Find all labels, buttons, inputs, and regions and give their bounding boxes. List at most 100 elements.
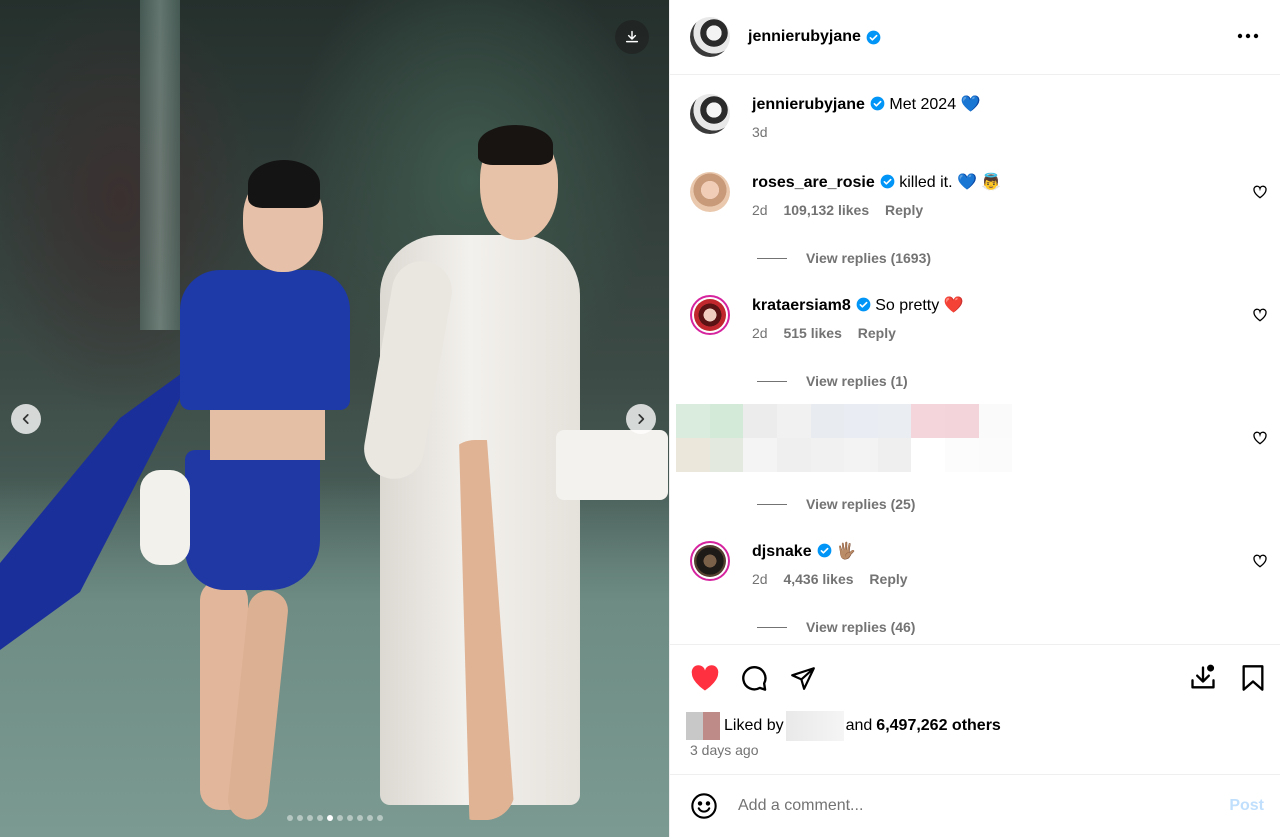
comment-item: roses_are_rosie killed it. 💙 👼 2d 109,13…: [690, 172, 1280, 218]
verified-badge-icon: [880, 174, 895, 189]
download-icon: [625, 30, 639, 43]
comment-like-heart-icon[interactable]: [1252, 184, 1268, 200]
comment-button[interactable]: [739, 663, 769, 693]
photo-column: [140, 0, 180, 330]
next-slide-button[interactable]: [626, 404, 656, 434]
bookmark-button[interactable]: [1238, 663, 1268, 693]
more-horizontal-icon: [1237, 33, 1259, 39]
bookmark-icon: [1242, 665, 1264, 691]
instagram-post-modal: jennierubyjane jennierubyjane Met 2024 💙…: [0, 0, 1280, 837]
download-tray-icon: [1191, 664, 1215, 689]
slide-dot: [306, 815, 313, 821]
comment-like-heart-icon[interactable]: [1252, 553, 1268, 569]
comments-list[interactable]: jennierubyjane Met 2024 💙 3d roses_are_r…: [670, 76, 1280, 644]
comment-emoji: 💙 👼: [957, 174, 1002, 191]
reply-button[interactable]: Reply: [869, 571, 907, 587]
comment-likes[interactable]: 4,436 likes: [783, 571, 853, 587]
comment-text: killed it.: [899, 174, 953, 191]
comment-age: 2d: [752, 202, 768, 218]
reply-button[interactable]: Reply: [858, 325, 896, 341]
comment-emoji: ❤️: [943, 297, 964, 314]
slide-dot: [356, 815, 363, 821]
reply-divider: [757, 380, 787, 382]
comment-like-heart-icon[interactable]: [1252, 307, 1268, 323]
caption-username[interactable]: jennierubyjane: [752, 96, 865, 113]
comment-likes[interactable]: 109,132 likes: [783, 202, 869, 218]
reply-divider: [757, 626, 787, 628]
view-replies-label: View replies (46): [806, 619, 916, 635]
liker-name-redacted[interactable]: [785, 711, 844, 741]
view-replies-button[interactable]: View replies (25): [757, 496, 915, 512]
view-replies-label: View replies (1693): [806, 250, 932, 266]
comment-input[interactable]: [738, 797, 1208, 815]
slide-dot: [366, 815, 373, 821]
reply-button[interactable]: Reply: [885, 202, 923, 218]
commenter-avatar[interactable]: [690, 172, 730, 212]
comment-text: So pretty: [875, 297, 940, 314]
comment-like-heart-icon[interactable]: [1252, 430, 1268, 446]
save-to-collection-button[interactable]: [1188, 663, 1218, 693]
liker-avatars[interactable]: [686, 712, 720, 740]
previous-slide-button[interactable]: [11, 404, 41, 434]
reply-divider: [757, 257, 787, 259]
view-replies-button[interactable]: View replies (1): [757, 373, 908, 389]
author-avatar[interactable]: [690, 17, 730, 57]
view-replies-label: View replies (25): [806, 496, 916, 512]
commenter-username[interactable]: krataersiam8: [752, 297, 851, 314]
author-username[interactable]: jennierubyjane: [748, 28, 861, 46]
view-replies-label: View replies (1): [806, 373, 908, 389]
slide-dot: [296, 815, 303, 821]
emoji-icon[interactable]: [690, 792, 718, 820]
photo-figure-waist: [210, 410, 325, 460]
comment-likes[interactable]: 515 likes: [783, 325, 841, 341]
download-button[interactable]: [615, 20, 649, 54]
more-options-button[interactable]: [1236, 24, 1260, 48]
reply-divider: [757, 503, 787, 505]
verified-badge-icon: [870, 96, 885, 111]
photo-figure-hair: [478, 125, 553, 165]
liked-by-and: and: [845, 717, 873, 734]
like-button[interactable]: [690, 663, 720, 693]
comment-age: 2d: [752, 571, 768, 587]
post-header: jennierubyjane: [670, 0, 1280, 75]
post-caption: jennierubyjane Met 2024 💙 3d: [690, 94, 1280, 140]
photo-figure-skirt: [185, 450, 320, 590]
comment-emoji: 🖐🏽: [836, 543, 856, 560]
view-replies-button[interactable]: View replies (1693): [757, 250, 931, 266]
comment-composer: Post: [670, 774, 1280, 837]
slide-dot: [326, 815, 333, 821]
verified-badge-icon: [856, 297, 871, 312]
redacted-comment: [676, 404, 1046, 472]
comment-item: djsnake 🖐🏽 2d 4,436 likes Reply: [690, 541, 1280, 587]
chevron-right-icon: [638, 414, 645, 424]
view-replies-button[interactable]: View replies (46): [757, 619, 915, 635]
slide-dot: [316, 815, 323, 821]
slide-dot: [346, 815, 353, 821]
commenter-avatar[interactable]: [690, 541, 730, 581]
slide-dot: [336, 815, 343, 821]
photo-figure-top: [180, 270, 350, 410]
comment-icon: [742, 666, 767, 691]
verified-badge-icon: [866, 30, 881, 44]
slide-dot: [286, 815, 293, 821]
commenter-avatar[interactable]: [690, 295, 730, 335]
comment-item: krataersiam8 So pretty ❤️ 2d 515 likes R…: [690, 295, 1280, 341]
slide-dot: [376, 815, 383, 821]
liked-by-summary: Liked by and 6,497,262 others: [686, 711, 1001, 741]
share-button[interactable]: [788, 663, 818, 693]
heart-filled-icon: [691, 665, 719, 691]
commenter-username[interactable]: roses_are_rosie: [752, 174, 875, 191]
likes-count-link[interactable]: 6,497,262 others: [876, 717, 1001, 735]
verified-badge-icon: [817, 543, 831, 558]
commenter-username[interactable]: djsnake: [752, 543, 812, 560]
post-timestamp[interactable]: 3 days ago: [690, 742, 759, 758]
post-side-panel: jennierubyjane jennierubyjane Met 2024 💙…: [669, 0, 1280, 837]
post-media[interactable]: [0, 0, 669, 837]
send-icon: [791, 667, 815, 690]
caption-text: Met 2024: [889, 96, 957, 113]
author-avatar[interactable]: [690, 94, 730, 134]
comment-age: 2d: [752, 325, 768, 341]
post-comment-button[interactable]: Post: [1229, 797, 1264, 815]
liked-by-prefix: Liked by: [724, 717, 784, 734]
slide-indicator: [0, 815, 669, 821]
